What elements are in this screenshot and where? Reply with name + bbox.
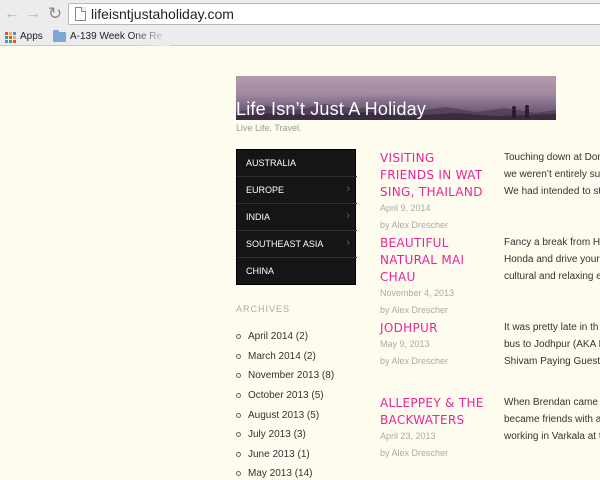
menu-item-label: EUROPE [246, 185, 285, 195]
post-author: by Alex Drescher [380, 448, 449, 458]
post-excerpt: It was pretty late in th bus to Jodhpur … [504, 322, 600, 367]
archives-heading: ARCHIVES [236, 304, 291, 314]
apps-grid-icon [5, 31, 16, 43]
page-icon [75, 7, 86, 21]
back-arrow-icon[interactable]: ← [3, 5, 21, 23]
chevron-right-icon: › [346, 210, 350, 222]
chevron-right-icon: › [346, 237, 350, 249]
header-banner[interactable]: Life Isn’t Just A Holiday [236, 76, 556, 120]
forward-arrow-icon[interactable]: → [24, 5, 42, 23]
menu-item-label: CHINA [246, 266, 275, 276]
post-title[interactable]: VISITING FRIENDS IN WAT SING, THAILAND [380, 150, 490, 201]
post-excerpt: Fancy a break from H Honda and drive you… [504, 237, 600, 282]
bookmarks-bar: Apps A-139 Week One Re [0, 28, 600, 46]
site-title[interactable]: Life Isn’t Just A Holiday [236, 98, 426, 120]
chevron-right-icon: › [346, 183, 350, 195]
post-author: by Alex Drescher [380, 220, 449, 230]
folder-icon [53, 30, 66, 42]
bookmark-apps[interactable]: Apps [5, 29, 43, 45]
post-excerpt: When Brendan came t became friends with … [504, 397, 600, 442]
post-title[interactable]: BEAUTIFUL NATURAL MAI CHAU [380, 235, 490, 286]
menu-item-label: AUSTRALIA [246, 158, 297, 168]
menu-item-india[interactable]: INDIA › [237, 204, 357, 231]
address-bar[interactable]: lifeisntjustaholiday.com [68, 3, 600, 25]
archive-link[interactable]: March 2014 (2) [236, 351, 356, 371]
menu-item-china[interactable]: CHINA [237, 258, 357, 285]
reload-icon[interactable]: ↻ [46, 5, 64, 23]
menu-item-southeast-asia[interactable]: SOUTHEAST ASIA › [237, 231, 357, 258]
browser-chrome: ← → ↻ lifeisntjustaholiday.com Apps A-13… [0, 0, 600, 46]
archive-link[interactable]: October 2013 (5) [236, 390, 356, 410]
archive-link[interactable]: November 2013 (8) [236, 370, 356, 390]
menu-item-europe[interactable]: EUROPE › [237, 177, 357, 204]
url-text[interactable]: lifeisntjustaholiday.com [91, 5, 234, 23]
archive-link[interactable]: August 2013 (5) [236, 410, 356, 430]
archive-link[interactable]: April 2014 (2) [236, 331, 356, 351]
site-tagline: Live Life. Travel. [236, 123, 302, 133]
bookmark-label: Apps [20, 31, 43, 42]
menu-item-australia[interactable]: AUSTRALIA [237, 150, 357, 177]
archive-link[interactable]: May 2013 (14) [236, 468, 356, 480]
menu-item-label: SOUTHEAST ASIA [246, 239, 324, 249]
menu-item-label: INDIA [246, 212, 271, 222]
archive-link[interactable]: June 2013 (1) [236, 449, 356, 469]
post-title[interactable]: ALLEPPEY & THE BACKWATERS [380, 395, 490, 429]
category-menu: AUSTRALIA EUROPE › INDIA › SOUTHEAST ASI… [236, 149, 357, 285]
post-title[interactable]: JODHPUR [380, 320, 490, 337]
post-author: by Alex Drescher [380, 305, 449, 315]
post-excerpt: Touching down at Don we weren’t entirely… [504, 152, 600, 197]
post-date: April 9, 2014 [380, 203, 431, 213]
archive-link[interactable]: July 2013 (3) [236, 429, 356, 449]
post-date: November 4, 2013 [380, 288, 455, 298]
